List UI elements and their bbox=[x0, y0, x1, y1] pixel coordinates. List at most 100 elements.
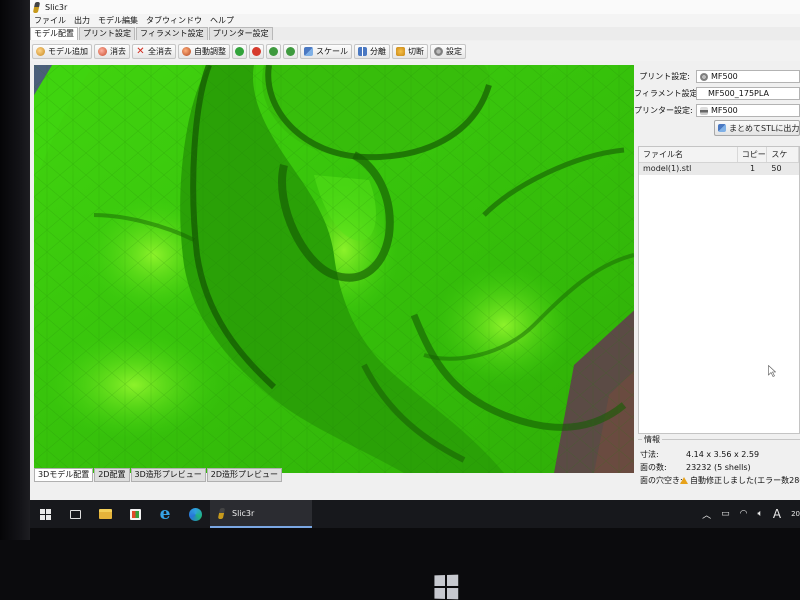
rotate-right-icon bbox=[286, 46, 295, 56]
internet-explorer-icon: e bbox=[159, 503, 171, 524]
object-copies: 1 bbox=[750, 164, 756, 173]
increase-copies-button[interactable] bbox=[232, 43, 247, 59]
main-tabs: モデル配置 プリント設定 フィラメント設定 プリンター設定 bbox=[30, 27, 800, 40]
window-title: Slic3r bbox=[45, 2, 68, 12]
add-model-button[interactable]: モデル追加 bbox=[32, 43, 92, 59]
split-label: 分離 bbox=[370, 46, 386, 56]
menu-edit-model[interactable]: モデル編集 bbox=[94, 15, 142, 26]
right-panel: プリント設定: MF500 フィラメント設定: MF500_175PLA プリン… bbox=[634, 64, 800, 494]
table-row[interactable]: model(1).stl 1 50 bbox=[639, 163, 799, 175]
gear-icon bbox=[700, 72, 708, 81]
store-bag-icon bbox=[129, 508, 141, 520]
windows-logo-icon bbox=[434, 574, 459, 600]
info-divider bbox=[638, 439, 800, 440]
add-icon bbox=[36, 46, 45, 56]
battery-icon[interactable]: ▭ bbox=[721, 509, 730, 519]
folder-icon bbox=[98, 509, 112, 519]
printer-settings-select[interactable]: MF500 bbox=[696, 104, 800, 117]
rotate-left-icon bbox=[269, 46, 278, 56]
print-settings-label: プリント設定: bbox=[639, 72, 690, 81]
info-title: 情報 bbox=[642, 434, 662, 445]
scale-label: スケール bbox=[316, 46, 348, 56]
title-bar: Slic3r bbox=[30, 0, 800, 14]
decrease-copies-button[interactable] bbox=[249, 43, 264, 59]
gear-icon bbox=[434, 46, 443, 56]
3d-viewport[interactable] bbox=[34, 65, 640, 473]
info-manifold-label: 面の穴空き: bbox=[640, 475, 683, 485]
tab-plater[interactable]: モデル配置 bbox=[30, 27, 78, 40]
tab-3d-preview[interactable]: 3D造形プレビュー bbox=[130, 468, 206, 482]
slic3r-logo-icon bbox=[217, 508, 226, 519]
cut-button[interactable]: 切断 bbox=[392, 43, 428, 59]
internet-explorer-button[interactable]: e bbox=[150, 500, 180, 528]
object-list-header: ファイル名 コピー スケ bbox=[639, 147, 799, 163]
info-manifold-row: 面の穴空き: 自動修正しました(エラー数2862) bbox=[640, 474, 800, 486]
rotate-left-button[interactable] bbox=[266, 43, 281, 59]
object-filename: model(1).stl bbox=[643, 164, 692, 173]
wifi-icon[interactable]: ◠ bbox=[740, 509, 748, 519]
filament-settings-value: MF500_175PLA bbox=[708, 89, 769, 98]
rotate-right-button[interactable] bbox=[283, 43, 298, 59]
print-settings-select[interactable]: MF500 bbox=[696, 70, 800, 83]
start-button[interactable] bbox=[30, 500, 60, 528]
split-button[interactable]: 分離 bbox=[354, 43, 390, 59]
column-scale[interactable]: スケ bbox=[767, 147, 799, 162]
arrange-button[interactable]: 自動調整 bbox=[178, 43, 230, 59]
menu-file[interactable]: ファイル bbox=[30, 15, 70, 26]
delete-icon bbox=[98, 46, 107, 56]
ime-indicator[interactable]: A bbox=[773, 507, 781, 521]
view-tabs: 3Dモデル配置 2D配置 3D造形プレビュー 2D造形プレビュー bbox=[34, 468, 283, 482]
info-size-value: 4.14 x 3.56 x 2.59 bbox=[686, 449, 760, 459]
warning-icon bbox=[680, 476, 688, 484]
tab-filament-settings[interactable]: フィラメント設定 bbox=[136, 27, 208, 40]
object-list[interactable]: ファイル名 コピー スケ model(1).stl 1 50 bbox=[638, 146, 800, 434]
tab-2d-plater[interactable]: 2D配置 bbox=[94, 468, 130, 482]
taskbar-app-label: Slic3r bbox=[232, 508, 255, 518]
delete-label: 消去 bbox=[110, 46, 126, 56]
monitor-bezel bbox=[0, 0, 30, 540]
filament-settings-row: フィラメント設定: MF500_175PLA bbox=[634, 86, 800, 101]
split-icon bbox=[358, 46, 367, 56]
chevron-up-icon[interactable]: ︿ bbox=[702, 508, 711, 521]
menu-help[interactable]: ヘルプ bbox=[206, 15, 238, 26]
scale-button[interactable]: スケール bbox=[300, 43, 352, 59]
column-copies[interactable]: コピー bbox=[738, 147, 768, 162]
windows-logo-icon bbox=[39, 508, 51, 520]
column-filename[interactable]: ファイル名 bbox=[639, 147, 738, 162]
edge-icon bbox=[188, 507, 202, 521]
delete-all-label: 全消去 bbox=[148, 46, 172, 56]
arrange-icon bbox=[182, 46, 191, 56]
file-explorer-button[interactable] bbox=[90, 500, 120, 528]
export-stl-button[interactable]: まとめてSTLに出力... bbox=[714, 120, 800, 136]
filament-settings-label: フィラメント設定: bbox=[634, 89, 701, 98]
info-facets-row: 面の数: 23232 (5 shells) bbox=[640, 461, 800, 473]
delete-button[interactable]: 消去 bbox=[94, 43, 130, 59]
edge-button[interactable] bbox=[180, 500, 210, 528]
print-settings-row: プリント設定: MF500 bbox=[634, 69, 800, 84]
tab-3d-plater[interactable]: 3Dモデル配置 bbox=[34, 468, 94, 482]
plater-toolbar: モデル追加 消去 ✕ 全消去 自動調整 スケール 分離 切断 設定 bbox=[30, 41, 800, 61]
arrange-label: 自動調整 bbox=[194, 46, 226, 56]
clock[interactable]: 20 bbox=[791, 510, 800, 518]
task-view-button[interactable] bbox=[60, 500, 90, 528]
menu-bar: ファイル 出力 モデル編集 タブウィンドウ ヘルプ bbox=[30, 14, 800, 27]
tab-printer-settings[interactable]: プリンター設定 bbox=[208, 27, 273, 40]
mouse-cursor-icon bbox=[768, 365, 776, 377]
info-size-row: 寸法: 4.14 x 3.56 x 2.59 bbox=[640, 448, 800, 460]
info-manifold-value: 自動修正しました(エラー数2862) bbox=[680, 475, 800, 486]
settings-button[interactable]: 設定 bbox=[430, 43, 466, 59]
filament-settings-select[interactable]: MF500_175PLA bbox=[696, 87, 800, 100]
store-button[interactable] bbox=[120, 500, 150, 528]
info-manifold-text: 自動修正しました(エラー数2862) bbox=[690, 475, 800, 485]
taskbar-app-slic3r[interactable]: Slic3r bbox=[210, 500, 312, 528]
tab-print-settings[interactable]: プリント設定 bbox=[79, 27, 135, 40]
delete-all-button[interactable]: ✕ 全消去 bbox=[132, 43, 176, 59]
menu-export[interactable]: 出力 bbox=[70, 15, 94, 26]
menu-window[interactable]: タブウィンドウ bbox=[142, 15, 206, 26]
printer-settings-label: プリンター設定: bbox=[634, 106, 693, 115]
close-icon: ✕ bbox=[136, 45, 145, 57]
cut-label: 切断 bbox=[408, 46, 424, 56]
volume-icon[interactable]: 🔈︎ bbox=[757, 509, 762, 519]
printer-icon bbox=[700, 106, 708, 115]
tab-2d-preview[interactable]: 2D造形プレビュー bbox=[206, 468, 282, 482]
